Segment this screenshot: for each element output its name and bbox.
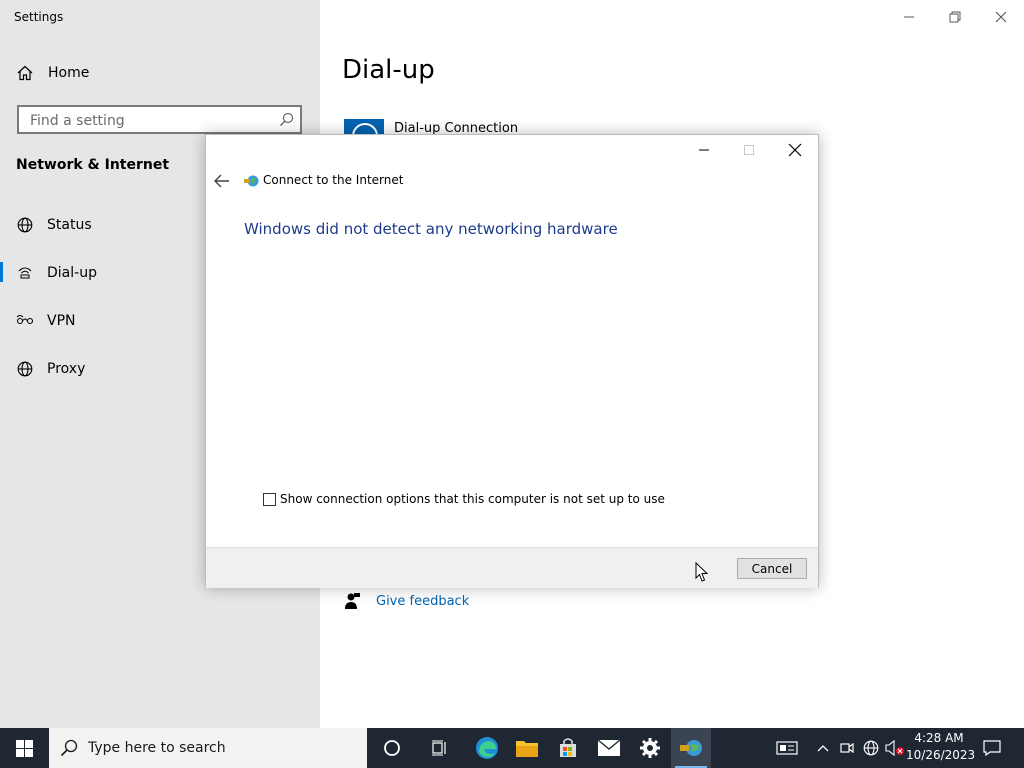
globe-icon [16, 360, 34, 378]
taskbar-search-placeholder: Type here to search [88, 740, 226, 756]
dialog-title: Connect to the Internet [263, 173, 404, 187]
task-view-button[interactable] [420, 728, 460, 768]
section-heading: Network & Internet [16, 157, 170, 173]
show-options-checkbox-row[interactable]: Show connection options that this comput… [263, 492, 665, 506]
news-icon [776, 741, 798, 755]
network-connect-icon [680, 740, 702, 756]
give-feedback-link[interactable]: Give feedback [376, 594, 469, 609]
minimize-icon [904, 16, 914, 18]
settings-search-input[interactable] [28, 107, 272, 134]
minimize-button[interactable] [886, 4, 932, 30]
settings-button[interactable] [630, 728, 670, 768]
store-icon [560, 738, 576, 757]
nav-item-label: Status [47, 217, 92, 233]
volume-muted-icon [885, 740, 904, 756]
volume-button[interactable] [884, 728, 906, 768]
connect-dialog: Connect to the Internet Windows did not … [205, 134, 819, 588]
globe-icon [16, 216, 34, 234]
network-tray-button[interactable] [861, 728, 881, 768]
close-icon [995, 11, 1007, 23]
news-button[interactable] [774, 728, 800, 768]
chevron-up-icon [817, 745, 829, 752]
maximize-icon [744, 145, 754, 155]
dialog-heading: Windows did not detect any networking ha… [244, 220, 618, 238]
file-explorer-button[interactable] [507, 728, 547, 768]
settings-icon [640, 738, 660, 758]
mail-icon [597, 739, 621, 756]
dialup-icon [16, 264, 34, 282]
back-button[interactable] [214, 173, 234, 189]
network-globe-icon [243, 173, 259, 189]
dialog-footer: Cancel [206, 547, 818, 588]
restore-button[interactable] [932, 4, 978, 30]
meet-now-icon [840, 742, 854, 754]
search-icon [60, 739, 78, 761]
edge-button[interactable] [467, 728, 507, 768]
nav-home[interactable]: Home [0, 53, 320, 93]
network-globe-tray-icon [863, 740, 879, 756]
taskbar-clock[interactable]: 4:28 AM 10/26/2023 [906, 730, 976, 764]
minimize-icon [699, 149, 709, 151]
taskbar-search-box[interactable]: Type here to search [49, 728, 367, 768]
dialog-minimize-button[interactable] [682, 137, 726, 163]
cancel-button[interactable]: Cancel [737, 558, 807, 579]
show-options-checkbox[interactable] [263, 492, 276, 506]
search-icon[interactable] [279, 112, 294, 131]
show-options-checkbox-label[interactable]: Show connection options that this comput… [280, 492, 665, 506]
start-button[interactable] [0, 728, 48, 768]
app-title: Settings [14, 10, 64, 24]
dialog-maximize-button [727, 137, 771, 163]
back-arrow-icon [214, 174, 229, 188]
nav-item-label: VPN [47, 313, 76, 329]
nav-item-label: Dial-up [47, 265, 97, 281]
clock-date: 10/26/2023 [906, 748, 976, 762]
clock-time: 4:28 AM [914, 731, 964, 745]
vpn-icon [16, 312, 34, 330]
close-button[interactable] [978, 4, 1024, 30]
store-button[interactable] [548, 728, 588, 768]
action-center-button[interactable] [980, 728, 1004, 768]
feedback-icon [344, 592, 360, 610]
task-view-icon [432, 740, 446, 756]
file-explorer-icon [516, 741, 538, 757]
network-connect-button[interactable] [671, 728, 711, 768]
dialog-close-button[interactable] [773, 137, 817, 163]
notification-icon [983, 740, 1001, 756]
settings-search-box[interactable] [17, 105, 302, 134]
edge-icon [476, 737, 498, 759]
page-title: Dial-up [342, 55, 435, 85]
windows-logo-icon [15, 739, 33, 757]
nav-item-label: Proxy [47, 361, 86, 377]
home-icon [16, 64, 34, 82]
meet-now-button[interactable] [838, 728, 856, 768]
close-icon [788, 143, 802, 157]
nav-home-label: Home [48, 65, 90, 81]
show-hidden-icons-button[interactable] [814, 728, 832, 768]
cortana-icon [384, 740, 400, 756]
mouse-cursor-icon [695, 561, 709, 587]
restore-icon [949, 11, 961, 23]
mail-button[interactable] [589, 728, 629, 768]
taskbar: Type here to search 4:28 AM 10/26/2023 [0, 728, 1024, 768]
cortana-button[interactable] [372, 728, 412, 768]
